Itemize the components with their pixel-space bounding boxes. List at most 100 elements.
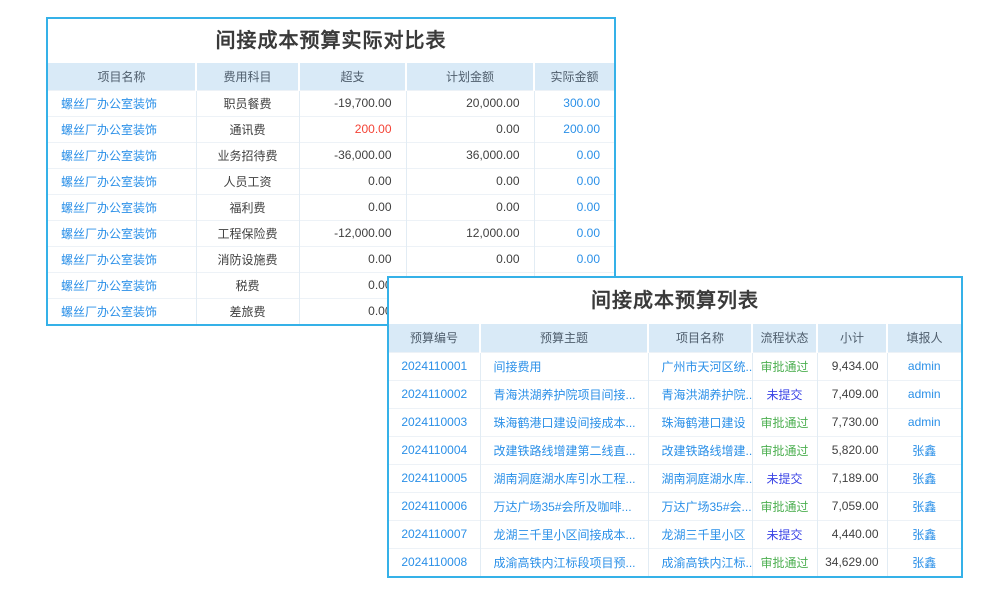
cell-budget-id-link[interactable]: 2024110004: [389, 436, 480, 464]
table-row: 螺丝厂办公室装饰消防设施费0.000.000.00: [48, 246, 614, 272]
cell-subtotal: 7,189.00: [817, 464, 887, 492]
cell-budget-subject-link[interactable]: 龙湖三千里小区间接成本...: [480, 520, 648, 548]
cell-planned-amount: 0.00: [406, 116, 534, 142]
cell-reporter-link[interactable]: 张鑫: [887, 492, 961, 520]
cell-subtotal: 7,059.00: [817, 492, 887, 520]
cell-budget-subject-link[interactable]: 湖南洞庭湖水库引水工程...: [480, 464, 648, 492]
cell-project-name-link[interactable]: 螺丝厂办公室装饰: [48, 272, 196, 298]
cell-project-name-link[interactable]: 螺丝厂办公室装饰: [48, 168, 196, 194]
cell-reporter-link[interactable]: 张鑫: [887, 548, 961, 576]
table-row: 2024110001间接费用广州市天河区统...审批通过9,434.00admi…: [389, 352, 961, 380]
cell-subtotal: 7,409.00: [817, 380, 887, 408]
budget-list-table-body: 2024110001间接费用广州市天河区统...审批通过9,434.00admi…: [389, 352, 961, 576]
cell-actual-amount-link[interactable]: 0.00: [534, 168, 614, 194]
panel-title: 间接成本预算实际对比表: [48, 19, 614, 63]
budget-list-panel: 间接成本预算列表 预算编号 预算主题 项目名称 流程状态 小计 填报人 2024…: [387, 276, 963, 578]
cell-budget-subject-link[interactable]: 改建铁路线增建第二线直...: [480, 436, 648, 464]
cell-budget-subject-link[interactable]: 成渝高铁内江标段项目预...: [480, 548, 648, 576]
cell-planned-amount: 0.00: [406, 194, 534, 220]
cell-budget-id-link[interactable]: 2024110006: [389, 492, 480, 520]
table-header-row: 项目名称 费用科目 超支 计划金额 实际金额: [48, 63, 614, 90]
cell-budget-id-link[interactable]: 2024110001: [389, 352, 480, 380]
cell-expense-category: 税费: [196, 272, 299, 298]
table-row: 螺丝厂办公室装饰通讯费200.000.00200.00: [48, 116, 614, 142]
cell-reporter-link[interactable]: 张鑫: [887, 436, 961, 464]
cell-workflow-status: 未提交: [752, 520, 817, 548]
cell-project-name-link[interactable]: 改建铁路线增建...: [648, 436, 752, 464]
cell-overspend: 0.00: [299, 168, 406, 194]
cell-planned-amount: 0.00: [406, 246, 534, 272]
cell-expense-category: 差旅费: [196, 298, 299, 324]
cell-actual-amount-link[interactable]: 300.00: [534, 90, 614, 116]
cell-planned-amount: 36,000.00: [406, 142, 534, 168]
cell-project-name-link[interactable]: 螺丝厂办公室装饰: [48, 90, 196, 116]
table-row: 螺丝厂办公室装饰职员餐费-19,700.0020,000.00300.00: [48, 90, 614, 116]
cell-actual-amount-link[interactable]: 0.00: [534, 142, 614, 168]
cell-expense-category: 工程保险费: [196, 220, 299, 246]
table-header-row: 预算编号 预算主题 项目名称 流程状态 小计 填报人: [389, 324, 961, 352]
cell-project-name-link[interactable]: 万达广场35#会...: [648, 492, 752, 520]
table-row: 2024110005湖南洞庭湖水库引水工程...湖南洞庭湖水库...未提交7,1…: [389, 464, 961, 492]
cell-project-name-link[interactable]: 珠海鹤港口建设: [648, 408, 752, 436]
cell-budget-subject-link[interactable]: 间接费用: [480, 352, 648, 380]
cell-project-name-link[interactable]: 湖南洞庭湖水库...: [648, 464, 752, 492]
cell-subtotal: 7,730.00: [817, 408, 887, 436]
cell-reporter-link[interactable]: 张鑫: [887, 520, 961, 548]
cell-reporter-link[interactable]: admin: [887, 408, 961, 436]
cell-project-name-link[interactable]: 螺丝厂办公室装饰: [48, 298, 196, 324]
cell-workflow-status: 审批通过: [752, 548, 817, 576]
table-row: 2024110008成渝高铁内江标段项目预...成渝高铁内江标...审批通过34…: [389, 548, 961, 576]
column-header-expense-category: 费用科目: [196, 63, 299, 90]
cell-expense-category: 通讯费: [196, 116, 299, 142]
cell-expense-category: 人员工资: [196, 168, 299, 194]
cell-workflow-status: 审批通过: [752, 408, 817, 436]
cell-budget-id-link[interactable]: 2024110002: [389, 380, 480, 408]
cell-reporter-link[interactable]: 张鑫: [887, 464, 961, 492]
column-header-actual-amount: 实际金额: [534, 63, 614, 90]
cell-subtotal: 34,629.00: [817, 548, 887, 576]
cell-project-name-link[interactable]: 螺丝厂办公室装饰: [48, 194, 196, 220]
cell-project-name-link[interactable]: 广州市天河区统...: [648, 352, 752, 380]
cell-budget-subject-link[interactable]: 珠海鹤港口建设间接成本...: [480, 408, 648, 436]
cell-planned-amount: 12,000.00: [406, 220, 534, 246]
table-row: 螺丝厂办公室装饰福利费0.000.000.00: [48, 194, 614, 220]
cell-budget-id-link[interactable]: 2024110003: [389, 408, 480, 436]
cell-budget-subject-link[interactable]: 青海洪湖养护院项目间接...: [480, 380, 648, 408]
cell-budget-id-link[interactable]: 2024110008: [389, 548, 480, 576]
column-header-subtotal: 小计: [817, 324, 887, 352]
cell-workflow-status: 审批通过: [752, 352, 817, 380]
cell-budget-id-link[interactable]: 2024110007: [389, 520, 480, 548]
cell-project-name-link[interactable]: 龙湖三千里小区: [648, 520, 752, 548]
cell-expense-category: 业务招待费: [196, 142, 299, 168]
cell-project-name-link[interactable]: 青海洪湖养护院...: [648, 380, 752, 408]
cell-workflow-status: 未提交: [752, 380, 817, 408]
cell-project-name-link[interactable]: 螺丝厂办公室装饰: [48, 220, 196, 246]
cell-reporter-link[interactable]: admin: [887, 352, 961, 380]
column-header-overspend: 超支: [299, 63, 406, 90]
cell-budget-subject-link[interactable]: 万达广场35#会所及咖啡...: [480, 492, 648, 520]
cell-overspend: -12,000.00: [299, 220, 406, 246]
cell-actual-amount-link[interactable]: 0.00: [534, 246, 614, 272]
cell-expense-category: 福利费: [196, 194, 299, 220]
column-header-project-name: 项目名称: [648, 324, 752, 352]
cell-actual-amount-link[interactable]: 200.00: [534, 116, 614, 142]
cell-actual-amount-link[interactable]: 0.00: [534, 220, 614, 246]
column-header-project-name: 项目名称: [48, 63, 196, 90]
table-row: 2024110002青海洪湖养护院项目间接...青海洪湖养护院...未提交7,4…: [389, 380, 961, 408]
panel-title: 间接成本预算列表: [389, 278, 961, 324]
table-row: 螺丝厂办公室装饰人员工资0.000.000.00: [48, 168, 614, 194]
cell-project-name-link[interactable]: 螺丝厂办公室装饰: [48, 116, 196, 142]
cell-project-name-link[interactable]: 螺丝厂办公室装饰: [48, 142, 196, 168]
cell-overspend: -19,700.00: [299, 90, 406, 116]
column-header-budget-subject: 预算主题: [480, 324, 648, 352]
cell-workflow-status: 未提交: [752, 464, 817, 492]
cell-project-name-link[interactable]: 成渝高铁内江标...: [648, 548, 752, 576]
cell-subtotal: 4,440.00: [817, 520, 887, 548]
table-row: 螺丝厂办公室装饰工程保险费-12,000.0012,000.000.00: [48, 220, 614, 246]
cell-subtotal: 9,434.00: [817, 352, 887, 380]
cell-reporter-link[interactable]: admin: [887, 380, 961, 408]
cell-budget-id-link[interactable]: 2024110005: [389, 464, 480, 492]
cell-project-name-link[interactable]: 螺丝厂办公室装饰: [48, 246, 196, 272]
cell-actual-amount-link[interactable]: 0.00: [534, 194, 614, 220]
budget-list-table: 预算编号 预算主题 项目名称 流程状态 小计 填报人 2024110001间接费…: [389, 324, 961, 576]
